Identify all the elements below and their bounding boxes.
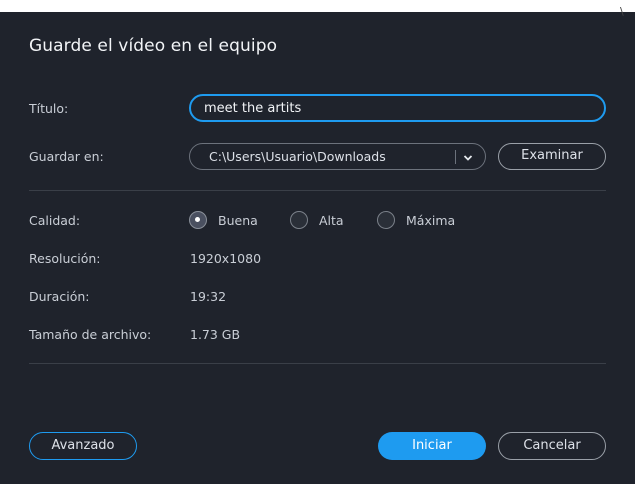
quality-label: Calidad:	[29, 213, 81, 228]
divider-bottom	[29, 363, 606, 364]
quality-option-alta[interactable]: Alta	[319, 213, 344, 228]
corner-mark: \	[620, 5, 624, 18]
divider-top	[29, 190, 606, 191]
title-input[interactable]	[189, 94, 606, 122]
title-label: Título:	[29, 101, 69, 116]
advanced-button[interactable]: Avanzado	[29, 432, 137, 460]
save-location-select[interactable]: C:\Users\Usuario\Downloads	[189, 143, 486, 170]
resolution-label: Resolución:	[29, 251, 101, 266]
quality-option-maxima[interactable]: Máxima	[406, 213, 455, 228]
quality-radio-buena[interactable]	[189, 211, 207, 229]
save-location-value: C:\Users\Usuario\Downloads	[209, 149, 386, 164]
quality-option-buena[interactable]: Buena	[218, 213, 258, 228]
browse-button[interactable]: Examinar	[498, 143, 606, 170]
file-size-value: 1.73 GB	[190, 327, 241, 342]
save-location-label: Guardar en:	[29, 149, 104, 164]
quality-radio-maxima[interactable]	[377, 211, 395, 229]
start-button[interactable]: Iniciar	[378, 432, 486, 460]
duration-label: Duración:	[29, 289, 90, 304]
quality-radio-alta[interactable]	[290, 211, 308, 229]
file-size-label: Tamaño de archivo:	[29, 327, 152, 342]
export-dialog: \ Guarde el vídeo en el equipo Título: G…	[0, 6, 635, 484]
duration-value: 19:32	[190, 289, 227, 304]
cancel-button[interactable]: Cancelar	[498, 432, 606, 460]
select-divider	[455, 150, 456, 164]
chevron-down-icon[interactable]	[461, 150, 475, 164]
dialog-title: Guarde el vídeo en el equipo	[29, 36, 278, 56]
resolution-value: 1920x1080	[190, 251, 262, 266]
